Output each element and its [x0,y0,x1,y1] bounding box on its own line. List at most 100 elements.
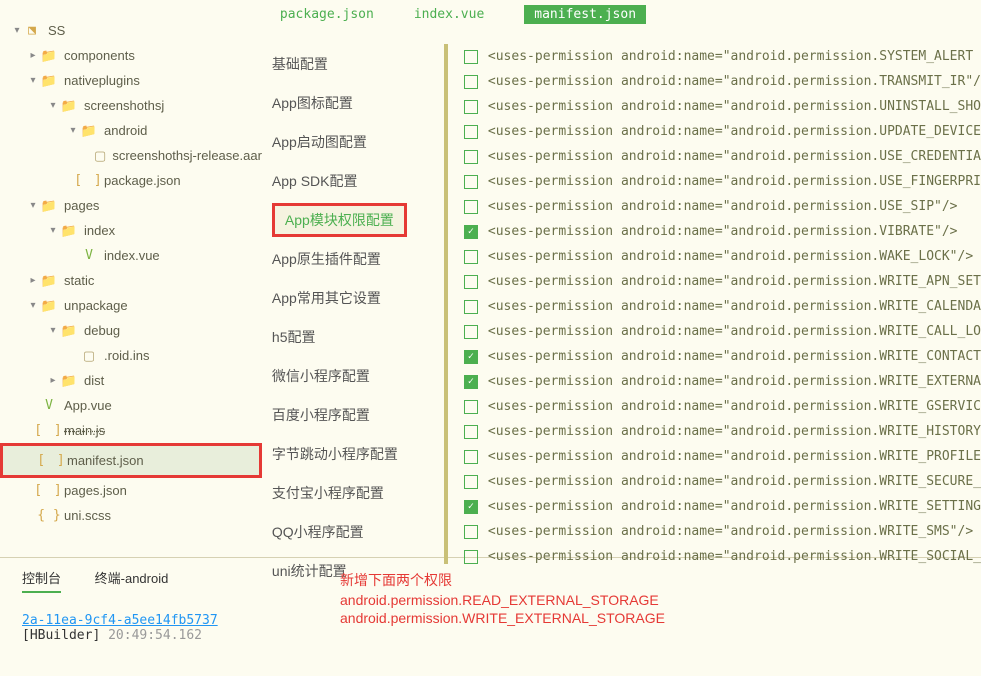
tree-folder-pages[interactable]: ▾📁pages [0,193,262,218]
permission-text: <uses-permission android:name="android.p… [488,424,981,439]
permission-row[interactable]: <uses-permission android:name="android.p… [464,269,981,294]
permission-row[interactable]: <uses-permission android:name="android.p… [464,519,981,544]
config-item-9[interactable]: 百度小程序配置 [262,395,444,434]
permission-checkbox[interactable] [464,175,478,189]
permission-checkbox[interactable] [464,200,478,214]
config-item-4[interactable]: App模块权限配置 [262,200,444,239]
permission-checkbox[interactable] [464,475,478,489]
tree-folder-components[interactable]: ▸📁components [0,43,262,68]
permission-checkbox[interactable] [464,325,478,339]
permission-checkbox[interactable] [464,150,478,164]
bottom-tab-console[interactable]: 控制台 [22,568,61,593]
permission-checkbox[interactable] [464,100,478,114]
permission-text: <uses-permission android:name="android.p… [488,99,981,114]
tree-file-pagesjson[interactable]: [ ]pages.json [0,478,262,503]
permission-checkbox[interactable] [464,275,478,289]
permission-checkbox[interactable]: ✓ [464,225,478,239]
permission-checkbox[interactable]: ✓ [464,375,478,389]
permission-row[interactable]: <uses-permission android:name="android.p… [464,194,981,219]
log-link[interactable]: 2a-11ea-9cf4-a5ee14fb5737 [22,613,218,628]
permission-checkbox[interactable]: ✓ [464,500,478,514]
tree-file-roidins[interactable]: ▢.roid.ins [0,343,262,368]
permission-checkbox[interactable] [464,525,478,539]
tree-file-packagejson[interactable]: [ ]package.json [0,168,262,193]
tree-file-uniscss[interactable]: { }uni.scss [0,503,262,528]
highlight-app-module-perm: App模块权限配置 [272,203,407,237]
permission-row[interactable]: <uses-permission android:name="android.p… [464,469,981,494]
permission-row[interactable]: ✓<uses-permission android:name="android.… [464,219,981,244]
permission-text: <uses-permission android:name="android.p… [488,474,981,489]
permission-checkbox[interactable] [464,50,478,64]
permission-row[interactable]: <uses-permission android:name="android.p… [464,44,981,69]
hbuilder-label: [HBuilder] [22,628,108,643]
permission-row[interactable]: ✓ <uses-permission android:name="android.… [464,344,981,369]
tree-file-appvue[interactable]: VApp.vue [0,393,262,418]
bottom-tab-terminal[interactable]: 终端-android [95,568,169,587]
permission-row[interactable]: <uses-permission android:name="android.p… [464,294,981,319]
permission-checkbox[interactable] [464,300,478,314]
permission-text: <uses-permission android:name="android.p… [488,349,981,364]
config-item-10[interactable]: 字节跳动小程序配置 [262,434,444,473]
permission-checkbox[interactable] [464,400,478,414]
permission-checkbox[interactable] [464,425,478,439]
permission-checkbox[interactable]: ✓ [464,350,478,364]
config-item-5[interactable]: App原生插件配置 [262,239,444,278]
tree-folder-nativeplugins[interactable]: ▾📁nativeplugins [0,68,262,93]
config-item-7[interactable]: h5配置 [262,317,444,356]
json-icon: [ ] [80,173,98,188]
tree-folder-index[interactable]: ▾📁index [0,218,262,243]
config-item-12[interactable]: QQ小程序配置 [262,512,444,551]
tab-packagejson[interactable]: package.json [280,7,374,22]
tab-manifest[interactable]: manifest.json [524,5,646,24]
config-item-0[interactable]: 基础配置 [262,44,444,83]
folder-icon: 📁 [40,73,58,89]
permission-text: <uses-permission android:name="android.p… [488,324,981,339]
permission-row[interactable]: ✓<uses-permission android:name="android.… [464,369,981,394]
tree-folder-dist[interactable]: ▸📁dist [0,368,262,393]
permission-text: <uses-permission android:name="android.p… [488,399,981,414]
tree-folder-debug[interactable]: ▾📁debug [0,318,262,343]
permission-text: <uses-permission android:name="android.p… [488,149,981,164]
permission-checkbox[interactable] [464,75,478,89]
tree-folder-static[interactable]: ▸📁static [0,268,262,293]
config-item-2[interactable]: App启动图配置 [262,122,444,161]
tree-folder-unpackage[interactable]: ▾📁unpackage [0,293,262,318]
tree-folder-screenshothsj[interactable]: ▾📁screenshothsj [0,93,262,118]
note-line-1: 新增下面两个权限 [340,570,665,590]
folder-icon: 📁 [40,48,58,64]
permission-row[interactable]: ✓<uses-permission android:name="android.… [464,494,981,519]
permission-row[interactable]: <uses-permission android:name="android.p… [464,144,981,169]
vue-icon: V [40,398,58,413]
config-item-11[interactable]: 支付宝小程序配置 [262,473,444,512]
config-item-8[interactable]: 微信小程序配置 [262,356,444,395]
permission-text: <uses-permission android:name="android.p… [488,524,973,539]
highlight-manifest: [ ]manifest.json [0,443,262,478]
permissions-panel: <uses-permission android:name="android.p… [448,38,981,569]
permission-row[interactable]: <uses-permission android:name="android.p… [464,69,981,94]
permission-checkbox[interactable] [464,250,478,264]
permission-checkbox[interactable] [464,125,478,139]
config-item-1[interactable]: App图标配置 [262,83,444,122]
permission-row[interactable]: <uses-permission android:name="android.p… [464,319,981,344]
note-line-3: android.permission.WRITE_EXTERNAL_STORAG… [340,610,665,626]
tree-root[interactable]: ▾⬔SS [0,18,262,43]
permission-row[interactable]: <uses-permission android:name="android.p… [464,444,981,469]
permission-row[interactable]: <uses-permission android:name="android.p… [464,119,981,144]
permission-row[interactable]: <uses-permission android:name="android.p… [464,169,981,194]
tree-folder-android[interactable]: ▾📁android [0,118,262,143]
config-item-6[interactable]: App常用其它设置 [262,278,444,317]
tree-file-manifest[interactable]: [ ]manifest.json [3,448,259,473]
permission-row[interactable]: <uses-permission android:name="android.p… [464,394,981,419]
config-item-3[interactable]: App SDK配置 [262,161,444,200]
tree-file-mainjs[interactable]: [ ]main.js [0,418,262,443]
permission-row[interactable]: <uses-permission android:name="android.p… [464,244,981,269]
permission-row[interactable]: <uses-permission android:name="android.p… [464,419,981,444]
permission-row[interactable]: <uses-permission android:name="android.p… [464,94,981,119]
tab-indexvue[interactable]: index.vue [414,7,484,22]
folder-icon: 📁 [60,373,78,389]
permission-checkbox[interactable] [464,450,478,464]
tree-file-aar[interactable]: ▢screenshothsj-release.aar [0,143,262,168]
project-icon: ⬔ [24,23,42,38]
editor-tabs: package.json index.vue manifest.json [262,0,981,28]
tree-file-indexvue[interactable]: Vindex.vue [0,243,262,268]
